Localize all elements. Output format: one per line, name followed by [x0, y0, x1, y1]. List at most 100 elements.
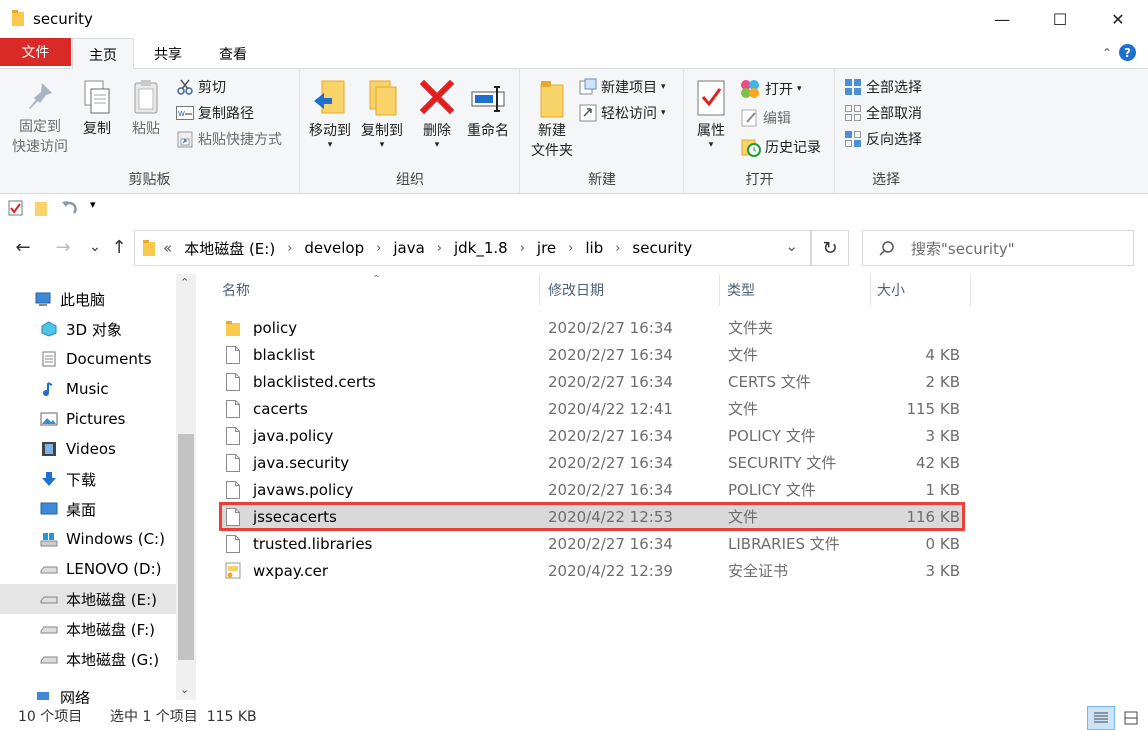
file-row[interactable]: cacerts 2020/4/22 12:41 文件 115 KB — [220, 395, 964, 422]
tab-home[interactable]: 主页 — [72, 38, 134, 70]
back-button[interactable]: ← — [12, 236, 34, 258]
collapse-ribbon-icon[interactable]: ⌃ — [1102, 46, 1112, 60]
tab-file[interactable]: 文件 — [0, 38, 71, 66]
nav-item-drive-e[interactable]: 本地磁盘 (E:) — [0, 584, 176, 614]
edit-button[interactable]: 编辑 — [741, 106, 791, 130]
forward-button[interactable]: → — [52, 236, 74, 258]
scroll-down-icon[interactable]: ⌄ — [180, 683, 189, 696]
breadcrumb-separator[interactable]: › — [376, 241, 381, 256]
maximize-button[interactable]: ☐ — [1031, 0, 1089, 38]
properties-qat-icon[interactable] — [8, 200, 24, 216]
breadcrumb-separator[interactable]: › — [287, 241, 292, 256]
help-icon[interactable]: ? — [1119, 44, 1136, 61]
nav-item-downloads[interactable]: 下载 — [0, 464, 176, 494]
nav-item-drive-c[interactable]: Windows (C:) — [0, 524, 176, 554]
nav-item-documents[interactable]: Documents — [0, 344, 176, 374]
pin-quick-access-button[interactable]: 固定到 快速访问 — [8, 79, 72, 157]
breadcrumb-develop[interactable]: develop — [304, 239, 364, 257]
file-row[interactable]: jssecacerts 2020/4/22 12:53 文件 116 KB — [219, 502, 965, 531]
open-with-icon — [741, 80, 759, 98]
maximize-icon: ☐ — [1052, 9, 1068, 29]
nav-item-3d-objects[interactable]: 3D 对象 — [0, 314, 176, 344]
file-row[interactable]: blacklist 2020/2/27 16:34 文件 4 KB — [220, 341, 964, 368]
file-row[interactable]: javaws.policy 2020/2/27 16:34 POLICY 文件 1 K… — [220, 476, 964, 503]
new-item-button[interactable]: 新建项目 ▾ — [579, 75, 666, 99]
column-header-size[interactable]: 大小 — [871, 274, 971, 306]
file-row[interactable]: trusted.libraries 2020/2/27 16:34 LIBRARIE… — [220, 530, 964, 557]
file-date-cell: 2020/2/27 16:34 — [548, 426, 673, 445]
breadcrumb-lib[interactable]: lib — [585, 239, 603, 257]
nav-item-drive-d[interactable]: LENOVO (D:) — [0, 554, 176, 584]
search-box[interactable]: 搜索"security" — [862, 230, 1134, 266]
file-row[interactable]: policy 2020/2/27 16:34 文件夹 — [220, 314, 964, 341]
nav-item-pictures[interactable]: Pictures — [0, 404, 176, 434]
file-icon — [226, 453, 240, 472]
paste-button[interactable]: 粘贴 — [124, 79, 168, 139]
select-none-button[interactable]: 全部取消 — [844, 101, 922, 125]
network-icon — [37, 692, 49, 700]
new-folder-qat-icon[interactable] — [34, 200, 48, 216]
column-header-name[interactable]: 名称 — [216, 274, 540, 306]
navigation-pane: 此电脑 3D 对象 Documents Music Pictures Video… — [0, 274, 196, 704]
up-button[interactable]: ↑ — [108, 236, 130, 258]
properties-button[interactable]: 属性 ▾ — [691, 79, 731, 150]
breadcrumb-jdk[interactable]: jdk_1.8 — [454, 239, 508, 257]
customize-qat-icon[interactable]: ▾ — [90, 198, 96, 211]
easy-access-icon — [579, 104, 597, 122]
nav-item-videos[interactable]: Videos — [0, 434, 176, 464]
copy-to-button[interactable]: 复制到 ▾ — [357, 79, 407, 150]
column-header-type[interactable]: 类型 — [721, 274, 871, 306]
select-all-button[interactable]: 全部选择 — [844, 75, 922, 99]
address-bar[interactable]: « 本地磁盘 (E:) › develop › java › jdk_1.8 ›… — [134, 230, 811, 266]
breadcrumb-drive-e[interactable]: 本地磁盘 (E:) — [184, 238, 275, 259]
rename-button[interactable]: 重命名 — [461, 79, 515, 141]
breadcrumb-java[interactable]: java — [393, 239, 424, 257]
clipboard-group: 固定到 快速访问 复制 粘贴 剪切 W 复制路径 粘贴快捷方式 剪贴板 — [0, 69, 300, 193]
nav-item-network[interactable]: 网络 — [0, 682, 176, 704]
history-button[interactable]: 历史记录 — [741, 135, 821, 159]
large-icons-view-button[interactable] — [1117, 706, 1145, 730]
scroll-thumb[interactable] — [178, 434, 194, 660]
file-row[interactable]: wxpay.cer 2020/4/22 12:39 安全证书 3 KB — [220, 557, 964, 584]
nav-item-drive-g[interactable]: 本地磁盘 (G:) — [0, 644, 176, 674]
new-folder-button[interactable]: 新建 文件夹 — [525, 79, 579, 161]
invert-selection-button[interactable]: 反向选择 — [844, 127, 922, 151]
breadcrumb-overflow[interactable]: « — [163, 239, 172, 257]
file-row[interactable]: java.policy 2020/2/27 16:34 POLICY 文件 3 KB — [220, 422, 964, 449]
breadcrumb-separator[interactable]: › — [437, 241, 442, 256]
file-name-cell: wxpay.cer — [225, 557, 328, 584]
tab-view[interactable]: 查看 — [203, 38, 263, 69]
breadcrumb-separator[interactable]: › — [615, 241, 620, 256]
paste-shortcut-button[interactable]: 粘贴快捷方式 — [176, 127, 282, 151]
scroll-up-icon[interactable]: ⌃ — [180, 276, 189, 289]
move-to-button[interactable]: 移动到 ▾ — [305, 79, 355, 150]
refresh-button[interactable]: ↻ — [811, 230, 849, 266]
minimize-button[interactable]: — — [973, 0, 1031, 38]
column-header-date[interactable]: 修改日期 — [542, 274, 720, 306]
nav-item-drive-f[interactable]: 本地磁盘 (F:) — [0, 614, 176, 644]
file-row[interactable]: java.security 2020/2/27 16:34 SECURITY 文件 4… — [220, 449, 964, 476]
breadcrumb-separator[interactable]: › — [520, 241, 525, 256]
easy-access-button[interactable]: 轻松访问 ▾ — [579, 101, 666, 125]
file-date-cell: 2020/2/27 16:34 — [548, 453, 673, 472]
tab-share[interactable]: 共享 — [138, 38, 198, 69]
nav-item-desktop[interactable]: 桌面 — [0, 494, 176, 524]
close-button[interactable]: ✕ — [1089, 0, 1147, 38]
file-row[interactable]: blacklisted.certs 2020/2/27 16:34 CERTS 文件… — [220, 368, 964, 395]
delete-button[interactable]: 删除 ▾ — [417, 79, 457, 150]
breadcrumb-security[interactable]: security — [632, 239, 692, 257]
file-icon — [226, 426, 240, 445]
cut-button[interactable]: 剪切 — [176, 75, 226, 99]
breadcrumb-separator[interactable]: › — [568, 241, 573, 256]
copy-button[interactable]: 复制 — [76, 79, 118, 139]
details-view-button[interactable] — [1087, 706, 1115, 730]
address-dropdown-icon[interactable]: ⌄ — [785, 237, 798, 255]
undo-icon[interactable] — [60, 199, 78, 217]
nav-item-this-pc[interactable]: 此电脑 — [0, 284, 176, 314]
recent-locations-button[interactable]: ⌄ — [84, 236, 106, 258]
nav-item-music[interactable]: Music — [0, 374, 176, 404]
breadcrumb-jre[interactable]: jre — [537, 239, 556, 257]
copy-path-button[interactable]: W 复制路径 — [176, 101, 254, 125]
nav-scrollbar[interactable]: ⌃ ⌄ — [176, 274, 196, 700]
open-button[interactable]: 打开 ▾ — [739, 77, 802, 101]
